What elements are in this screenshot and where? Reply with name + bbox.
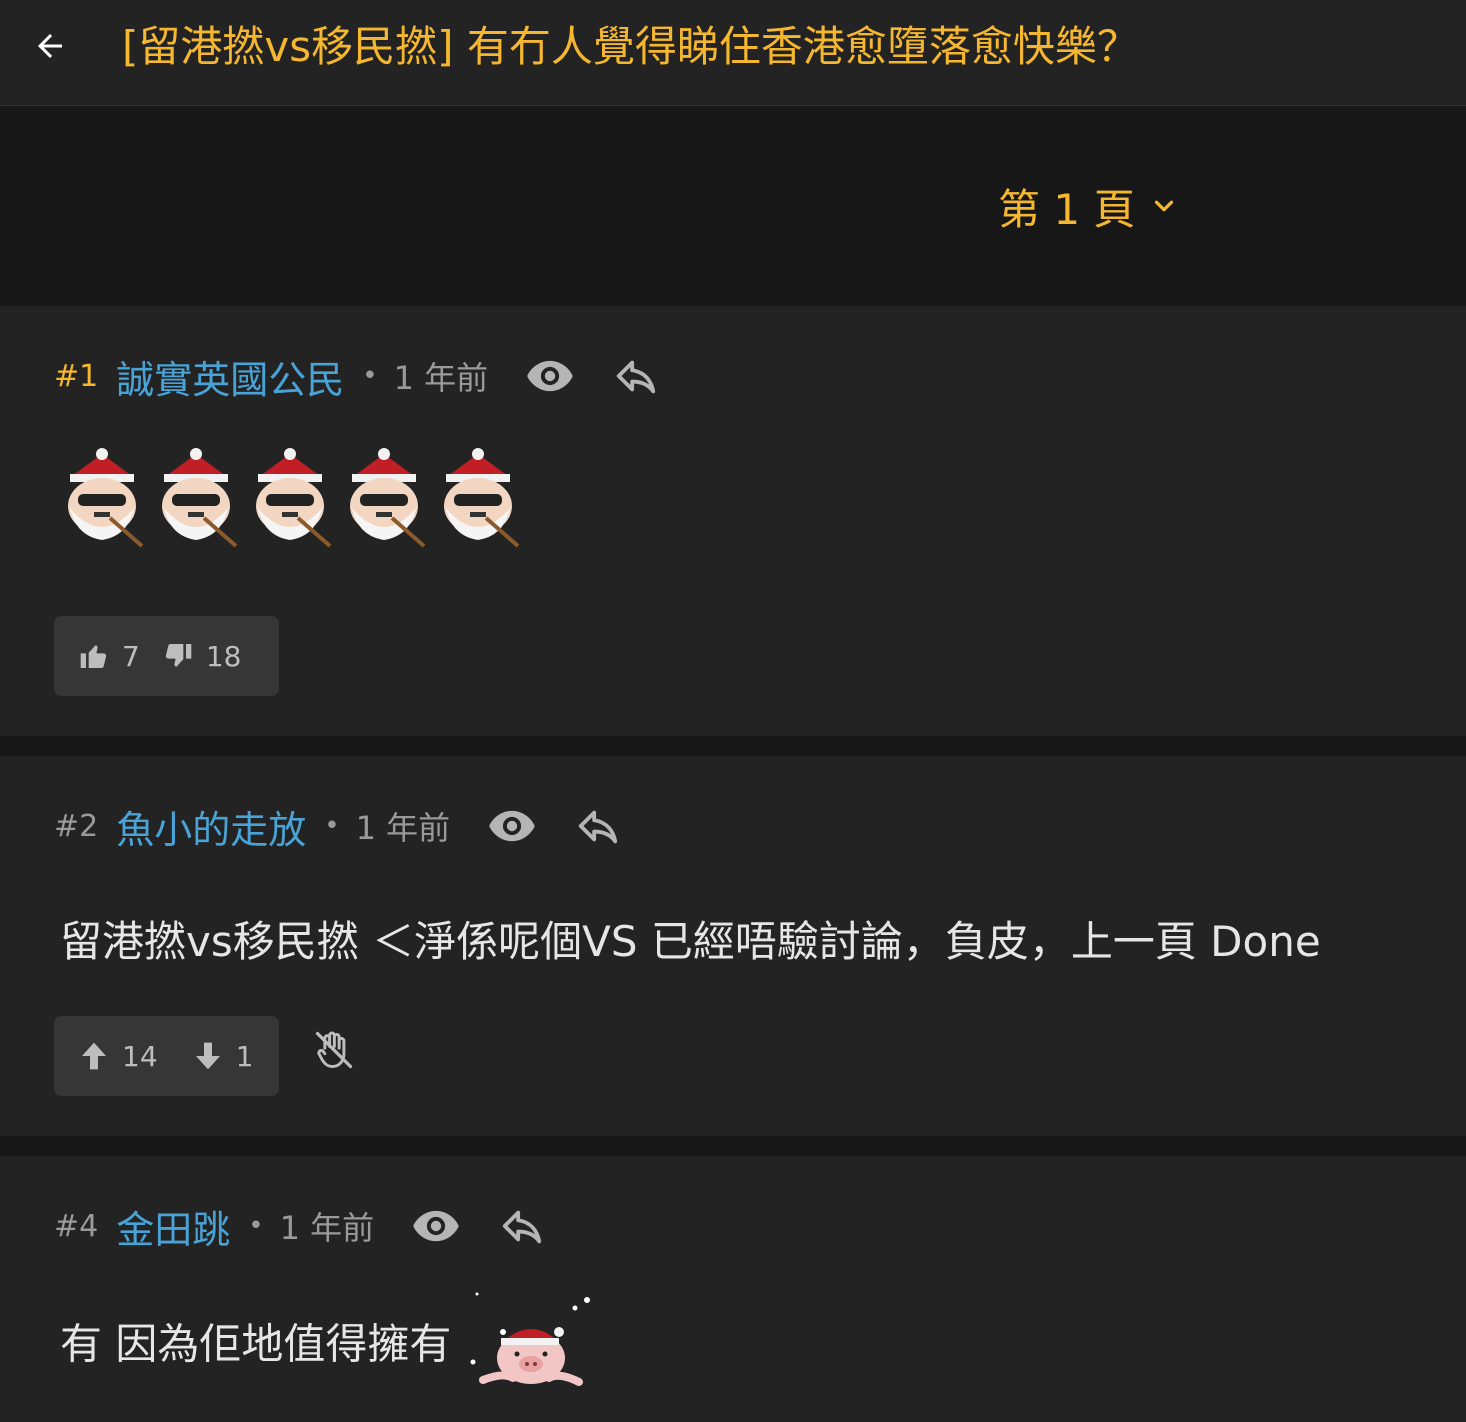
separator-dot: • xyxy=(362,361,378,391)
reply-button[interactable] xyxy=(494,1198,550,1254)
view-button[interactable] xyxy=(408,1198,464,1254)
like-button[interactable]: 7 xyxy=(78,640,140,673)
vote-box: 7 18 xyxy=(54,616,279,696)
eye-icon xyxy=(489,810,535,842)
thumbs-down-icon xyxy=(165,644,192,667)
reply-icon xyxy=(578,810,618,844)
post-number: #2 xyxy=(54,808,99,844)
view-button[interactable] xyxy=(484,798,540,854)
chevron-down-icon xyxy=(1155,200,1174,212)
post-body-text: 有 因為佢地值得擁有 xyxy=(60,1319,452,1369)
arrow-up-icon xyxy=(82,1042,106,1070)
post-header: #2 魚小的走放 • 1 年前 xyxy=(54,796,626,856)
upvote-button[interactable]: 14 xyxy=(78,1040,158,1073)
like-count: 7 xyxy=(122,639,140,673)
reply-icon xyxy=(616,360,656,394)
page-label: 第 1 頁 xyxy=(998,184,1136,234)
santa-emoji-icon xyxy=(350,448,426,548)
block-hand-icon[interactable] xyxy=(312,1028,356,1072)
santa-emoji-icon xyxy=(68,448,144,548)
thumbs-up-icon xyxy=(80,645,107,668)
upvote-count: 14 xyxy=(122,1039,158,1073)
arrow-down-icon xyxy=(195,1042,220,1070)
eye-icon xyxy=(527,360,573,392)
arrow-left-icon xyxy=(38,34,62,58)
post-body: 留港撚vs移民撚 ＜淨係呢個VS 已經唔驗討論，負皮，上一頁 Done xyxy=(60,917,1321,966)
post-body: 有 因為佢地值得擁有 xyxy=(60,1292,599,1402)
dislike-button[interactable]: 18 xyxy=(162,639,242,673)
eye-icon xyxy=(413,1210,459,1242)
top-bar: [留港撚vs移民撚] 有冇人覺得睇住香港愈墮落愈快樂？ xyxy=(0,0,1466,106)
post-time: 1 年前 xyxy=(393,359,489,397)
post-card: #4 金田跳 • 1 年前 有 因為佢地值得擁有 xyxy=(0,1156,1466,1422)
separator-dot: • xyxy=(248,1211,264,1241)
post-time: 1 年前 xyxy=(279,1209,375,1247)
username-link[interactable]: 魚小的走放 xyxy=(116,799,306,854)
downvote-count: 1 xyxy=(235,1039,254,1073)
username-link[interactable]: 金田跳 xyxy=(116,1199,230,1254)
page-selector[interactable]: 第 1 頁 xyxy=(998,176,1179,236)
emoji-row xyxy=(58,446,522,550)
post-header: #1 誠實英國公民 • 1 年前 xyxy=(54,346,664,406)
reply-icon xyxy=(502,1210,542,1244)
thread-title: [留港撚vs移民撚] 有冇人覺得睇住香港愈墮落愈快樂？ xyxy=(122,22,1139,71)
santa-emoji-icon xyxy=(256,448,332,548)
pagination-bar: 第 1 頁 xyxy=(0,106,1466,306)
pig-santa-emoji-icon xyxy=(470,1292,590,1386)
post-number: #4 xyxy=(54,1208,99,1244)
post-header: #4 金田跳 • 1 年前 xyxy=(54,1196,550,1256)
reply-button[interactable] xyxy=(608,348,664,404)
username-link[interactable]: 誠實英國公民 xyxy=(116,349,344,404)
downvote-button[interactable]: 1 xyxy=(192,1039,254,1073)
post-time: 1 年前 xyxy=(355,809,451,847)
dislike-count: 18 xyxy=(205,639,242,673)
reply-button[interactable] xyxy=(570,798,626,854)
vote-box: 14 1 xyxy=(54,1016,279,1096)
santa-emoji-icon xyxy=(444,448,520,548)
post-number: #1 xyxy=(54,358,99,394)
separator-dot: • xyxy=(324,811,340,841)
back-button[interactable] xyxy=(28,24,72,68)
santa-emoji-icon xyxy=(162,448,238,548)
view-button[interactable] xyxy=(522,348,578,404)
post-card: #2 魚小的走放 • 1 年前 留港撚vs移民撚 ＜淨係呢個VS 已經唔驗討論，… xyxy=(0,756,1466,1136)
post-card: #1 誠實英國公民 • 1 年前 7 18 xyxy=(0,306,1466,736)
